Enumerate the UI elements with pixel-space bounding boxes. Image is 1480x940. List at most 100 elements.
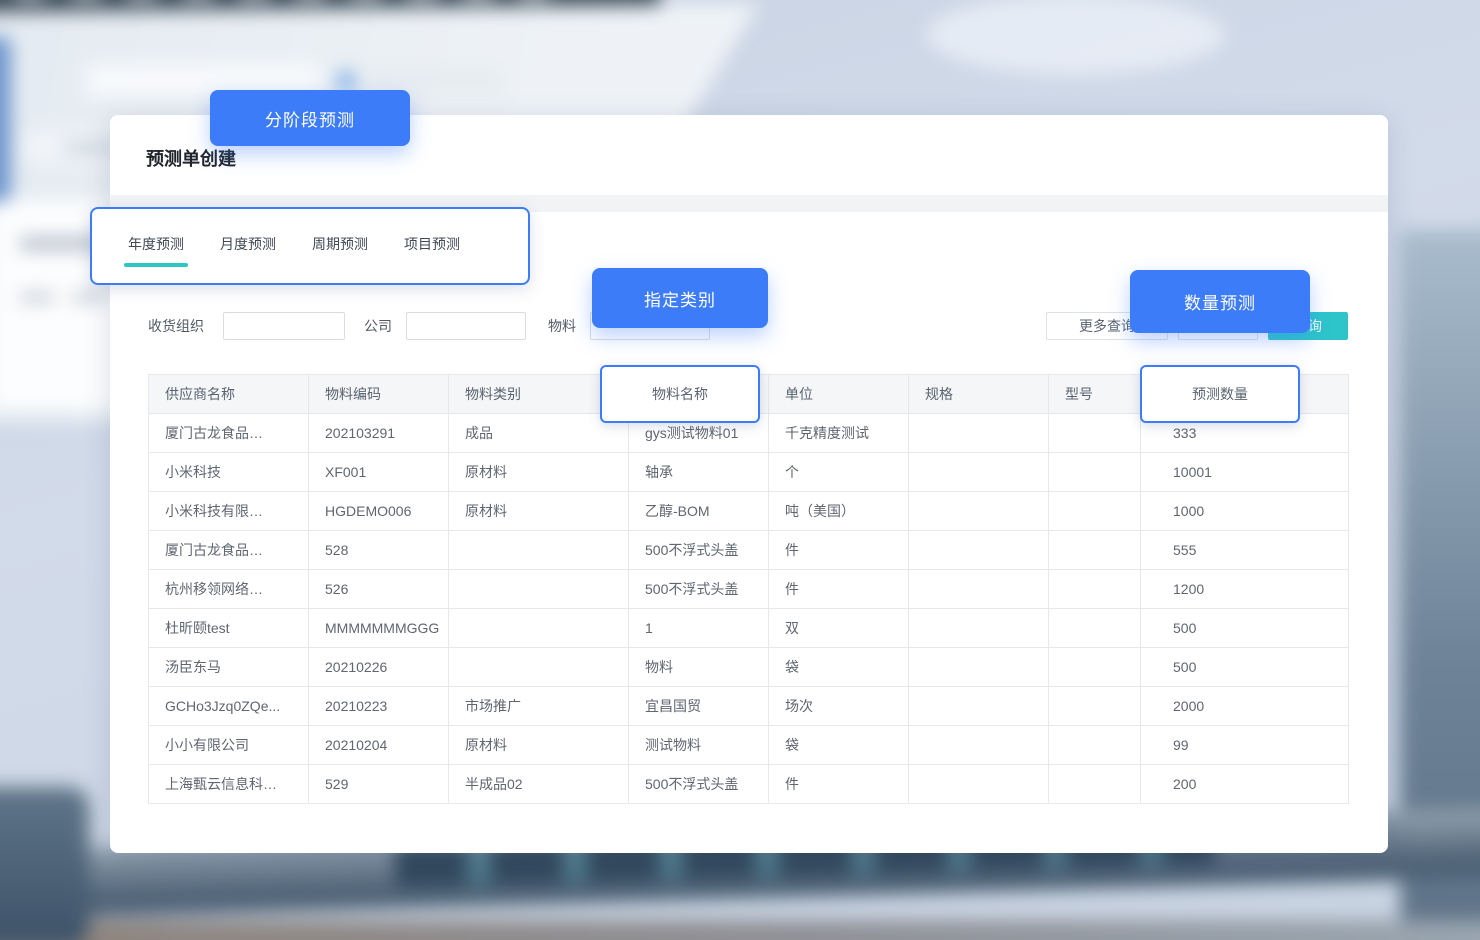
table-cell: 半成品02 bbox=[449, 765, 629, 804]
callout-staged-forecast: 分阶段预测 bbox=[210, 90, 410, 146]
table-cell bbox=[1049, 531, 1141, 570]
table-cell: 袋 bbox=[769, 726, 909, 765]
table-cell: 526 bbox=[309, 570, 449, 609]
table-cell bbox=[909, 765, 1049, 804]
tabs-list: 年度预测 月度预测 周期预测 项目预测 bbox=[92, 209, 528, 267]
table-row[interactable]: 小小有限公司20210204原材料测试物料袋99 bbox=[149, 726, 1349, 765]
table-cell: 物料 bbox=[629, 648, 769, 687]
table-cell bbox=[1049, 453, 1141, 492]
screenshot-root: 预测单创建 收货组织 公司 物料 更多查询 查询 供应商名称物料编码物料类别单位… bbox=[0, 0, 1480, 940]
table-cell: 杭州移领网络… bbox=[149, 570, 309, 609]
blurred-highlight bbox=[925, 0, 1225, 75]
table-cell bbox=[1049, 492, 1141, 531]
table-cell: 件 bbox=[769, 765, 909, 804]
table-cell: 市场推广 bbox=[449, 687, 629, 726]
table-cell bbox=[449, 531, 629, 570]
table-cell: 500 bbox=[1141, 609, 1349, 648]
table-cell: 双 bbox=[769, 609, 909, 648]
company-input[interactable] bbox=[406, 312, 526, 340]
table-cell bbox=[909, 726, 1049, 765]
table-cell: 原材料 bbox=[449, 726, 629, 765]
table-cell bbox=[1049, 609, 1141, 648]
forecast-table: 供应商名称物料编码物料类别单位规格型号 厦门古龙食品…202103291成品gy… bbox=[148, 374, 1349, 804]
table-cell: 测试物料 bbox=[629, 726, 769, 765]
table-row[interactable]: 上海甄云信息科…529半成品02500不浮式头盖件 200 bbox=[149, 765, 1349, 804]
forecast-tabs-callout: 年度预测 月度预测 周期预测 项目预测 bbox=[90, 207, 530, 285]
table-cell: HGDEMO006 bbox=[309, 492, 449, 531]
table-cell: 99 bbox=[1141, 726, 1349, 765]
page-title: 预测单创建 bbox=[146, 145, 236, 171]
tab-0[interactable]: 年度预测 bbox=[128, 234, 184, 267]
table-cell: 轴承 bbox=[629, 453, 769, 492]
table-row[interactable]: 汤臣东马20210226物料袋500 bbox=[149, 648, 1349, 687]
column-header-4: 单位 bbox=[769, 375, 909, 414]
table-cell bbox=[1049, 765, 1141, 804]
table-cell: 202103291 bbox=[309, 414, 449, 453]
table-cell: 乙醇-BOM bbox=[629, 492, 769, 531]
table-cell: 20210204 bbox=[309, 726, 449, 765]
tab-2[interactable]: 周期预测 bbox=[312, 234, 368, 267]
table-cell bbox=[1049, 648, 1141, 687]
table-cell bbox=[909, 648, 1049, 687]
table-cell: 小米科技有限… bbox=[149, 492, 309, 531]
table-cell: 个 bbox=[769, 453, 909, 492]
callout-specify-category: 指定类别 bbox=[592, 268, 768, 328]
table-cell: 500不浮式头盖 bbox=[629, 531, 769, 570]
column-header-0: 供应商名称 bbox=[149, 375, 309, 414]
table-cell: 小米科技 bbox=[149, 453, 309, 492]
table-cell: 件 bbox=[769, 570, 909, 609]
table-cell: 原材料 bbox=[449, 492, 629, 531]
table-cell bbox=[449, 609, 629, 648]
table-cell: 529 bbox=[309, 765, 449, 804]
table-cell: 2000 bbox=[1141, 687, 1349, 726]
table-cell: 1200 bbox=[1141, 570, 1349, 609]
table-cell bbox=[909, 687, 1049, 726]
callout-column-forecast-qty: 预测数量 bbox=[1140, 365, 1300, 423]
table-cell: 原材料 bbox=[449, 453, 629, 492]
filter-label-receiving-org: 收货组织 bbox=[148, 312, 204, 340]
table-row[interactable]: 厦门古龙食品…528500不浮式头盖件555 bbox=[149, 531, 1349, 570]
table-cell: 555 bbox=[1141, 531, 1349, 570]
table-cell: 1000 bbox=[1141, 492, 1349, 531]
table-row[interactable]: 杜昕颐testMMMMMMMGGG 1双 500 bbox=[149, 609, 1349, 648]
blurred-tab-icon bbox=[340, 73, 352, 89]
column-header-5: 规格 bbox=[909, 375, 1049, 414]
table-cell: 1 bbox=[629, 609, 769, 648]
table-cell bbox=[909, 570, 1049, 609]
table-cell: 吨（美国） bbox=[769, 492, 909, 531]
table-cell bbox=[909, 414, 1049, 453]
tab-1[interactable]: 月度预测 bbox=[220, 234, 276, 267]
table-cell: 袋 bbox=[769, 648, 909, 687]
receiving-org-input[interactable] bbox=[223, 312, 345, 340]
table-cell: 件 bbox=[769, 531, 909, 570]
table-cell bbox=[909, 609, 1049, 648]
table-cell: MMMMMMMGGG bbox=[309, 609, 449, 648]
table-cell: 500不浮式头盖 bbox=[629, 765, 769, 804]
table-cell bbox=[909, 492, 1049, 531]
table-cell: 10001 bbox=[1141, 453, 1349, 492]
table-cell: 200 bbox=[1141, 765, 1349, 804]
table-cell: XF001 bbox=[309, 453, 449, 492]
table-cell: 上海甄云信息科… bbox=[149, 765, 309, 804]
callout-quantity-forecast: 数量预测 bbox=[1130, 270, 1310, 333]
table-row[interactable]: 小米科技有限…HGDEMO006原材料乙醇-BOM吨（美国） 1000 bbox=[149, 492, 1349, 531]
table-cell: 500 bbox=[1141, 648, 1349, 687]
table-row[interactable]: 小米科技XF001原材料轴承个 10001 bbox=[149, 453, 1349, 492]
table-cell: GCHo3Jzq0ZQe... bbox=[149, 687, 309, 726]
table-cell bbox=[449, 570, 629, 609]
table-row[interactable]: 杭州移领网络…526500不浮式头盖件1200 bbox=[149, 570, 1349, 609]
table-cell: 528 bbox=[309, 531, 449, 570]
tab-3[interactable]: 项目预测 bbox=[404, 234, 460, 267]
table-cell bbox=[909, 453, 1049, 492]
table-cell: 杜昕颐test bbox=[149, 609, 309, 648]
table-cell: 宜昌国贸 bbox=[629, 687, 769, 726]
column-header-6: 型号 bbox=[1049, 375, 1141, 414]
table-cell: 汤臣东马 bbox=[149, 648, 309, 687]
table-cell: 场次 bbox=[769, 687, 909, 726]
table-row[interactable]: GCHo3Jzq0ZQe...20210223市场推广宜昌国贸场次 2000 bbox=[149, 687, 1349, 726]
table-cell bbox=[1049, 414, 1141, 453]
table-cell bbox=[1049, 570, 1141, 609]
table-cell: 20210223 bbox=[309, 687, 449, 726]
blurred-desk bbox=[0, 920, 1480, 940]
column-header-1: 物料编码 bbox=[309, 375, 449, 414]
